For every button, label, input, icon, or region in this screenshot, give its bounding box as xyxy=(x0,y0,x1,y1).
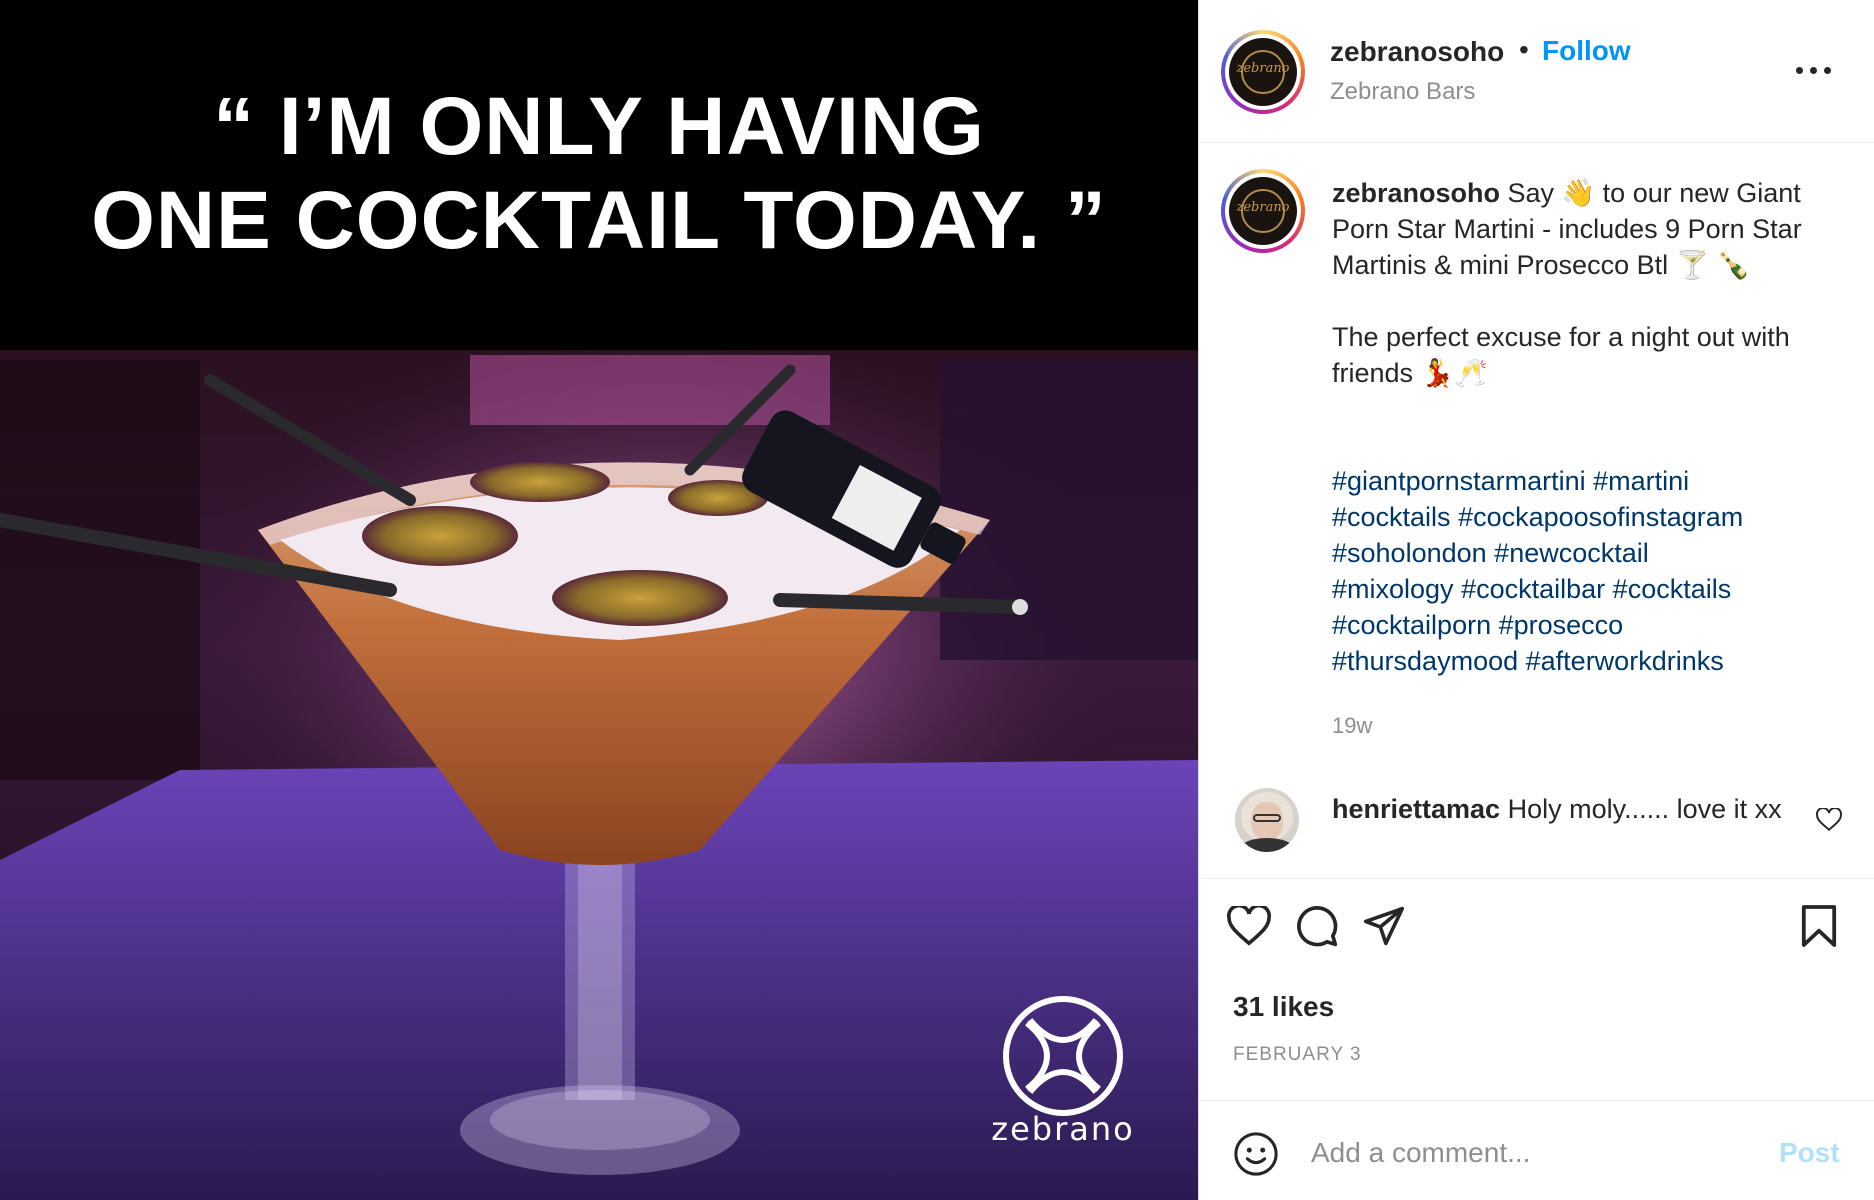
comment-bubble-icon[interactable] xyxy=(1295,904,1339,948)
more-options-icon[interactable] xyxy=(1789,50,1839,90)
save-bookmark-icon[interactable] xyxy=(1800,905,1838,947)
header-username[interactable]: zebranosoho xyxy=(1330,36,1504,68)
hashtag-link[interactable]: #thursdaymood xyxy=(1332,646,1518,676)
instagram-post-window: “ I’M ONLY HAVING ONE COCKTAIL TODAY. ” … xyxy=(0,0,1874,1200)
comments-section: zebrano zebranosoho Say 👋 to our new Gia… xyxy=(1199,143,1874,878)
avatar-logo-text: zebrano xyxy=(1236,200,1290,216)
hashtag-link[interactable]: #prosecco xyxy=(1499,610,1624,640)
quote-line-1: “ I’M ONLY HAVING xyxy=(213,81,985,172)
caption-username[interactable]: zebranosoho xyxy=(1332,178,1500,208)
hashtag-link[interactable]: #giantpornstarmartini xyxy=(1332,466,1586,496)
avatar-logo-text: zebrano xyxy=(1236,61,1290,77)
caption-avatar[interactable]: zebrano xyxy=(1221,169,1305,253)
post-header: zebrano zebranosoho • Follow Zebrano Bar… xyxy=(1199,0,1874,143)
caption-timestamp[interactable]: 19w xyxy=(1332,713,1372,739)
hashtag-link[interactable]: #cocktails xyxy=(1613,574,1732,604)
hashtag-link[interactable]: #cocktailbar xyxy=(1461,574,1605,604)
zebrano-brand-text: zebrano xyxy=(991,1110,1135,1148)
follow-button[interactable]: Follow xyxy=(1542,35,1631,67)
hashtag-list: #giantpornstarmartini #martini #cocktail… xyxy=(1332,463,1832,679)
comment-input[interactable] xyxy=(1311,1129,1741,1177)
comment-username[interactable]: henriettamac xyxy=(1332,794,1500,824)
post-caption: zebranosoho Say 👋 to our new Giant Porn … xyxy=(1332,175,1832,391)
comment-text: Holy moly...... love it xx xyxy=(1507,794,1782,824)
hashtag-link[interactable]: #martini xyxy=(1593,466,1689,496)
image-quote-text: “ I’M ONLY HAVING ONE COCKTAIL TODAY. ” xyxy=(0,80,1198,268)
comment-item: henriettamac Holy moly...... love it xx xyxy=(1332,791,1782,827)
commenter-avatar[interactable] xyxy=(1235,788,1299,852)
post-comment-button[interactable]: Post xyxy=(1779,1137,1840,1169)
post-actions: 31 likes FEBRUARY 3 xyxy=(1199,878,1874,1100)
location-link[interactable]: Zebrano Bars xyxy=(1330,78,1475,106)
header-separator: • xyxy=(1519,34,1529,65)
like-heart-icon[interactable] xyxy=(1227,906,1271,946)
hashtag-link[interactable]: #cocktails xyxy=(1332,502,1451,532)
add-comment-bar: Post xyxy=(1199,1100,1874,1200)
likes-count[interactable]: 31 likes xyxy=(1233,991,1334,1023)
caption-text: Say 👋 to our new Giant Porn Star Martini… xyxy=(1332,178,1802,388)
hashtag-link[interactable]: #afterworkdrinks xyxy=(1526,646,1724,676)
emoji-smiley-icon[interactable] xyxy=(1233,1131,1279,1177)
hashtag-link[interactable]: #newcocktail xyxy=(1494,538,1649,568)
hashtag-link[interactable]: #mixology xyxy=(1332,574,1454,604)
share-send-icon[interactable] xyxy=(1362,905,1406,947)
post-image[interactable]: “ I’M ONLY HAVING ONE COCKTAIL TODAY. ” … xyxy=(0,0,1198,1200)
post-details-panel: zebrano zebranosoho • Follow Zebrano Bar… xyxy=(1198,0,1874,1200)
hashtag-link[interactable]: #cocktailporn xyxy=(1332,610,1491,640)
hashtag-link[interactable]: #cockapoosofinstagram xyxy=(1458,502,1743,532)
quote-line-2: ONE COCKTAIL TODAY. ” xyxy=(91,175,1107,266)
comment-like-icon[interactable] xyxy=(1816,807,1842,832)
post-date[interactable]: FEBRUARY 3 xyxy=(1233,1044,1362,1066)
hashtag-link[interactable]: #soholondon xyxy=(1332,538,1487,568)
profile-avatar[interactable]: zebrano xyxy=(1221,30,1305,114)
